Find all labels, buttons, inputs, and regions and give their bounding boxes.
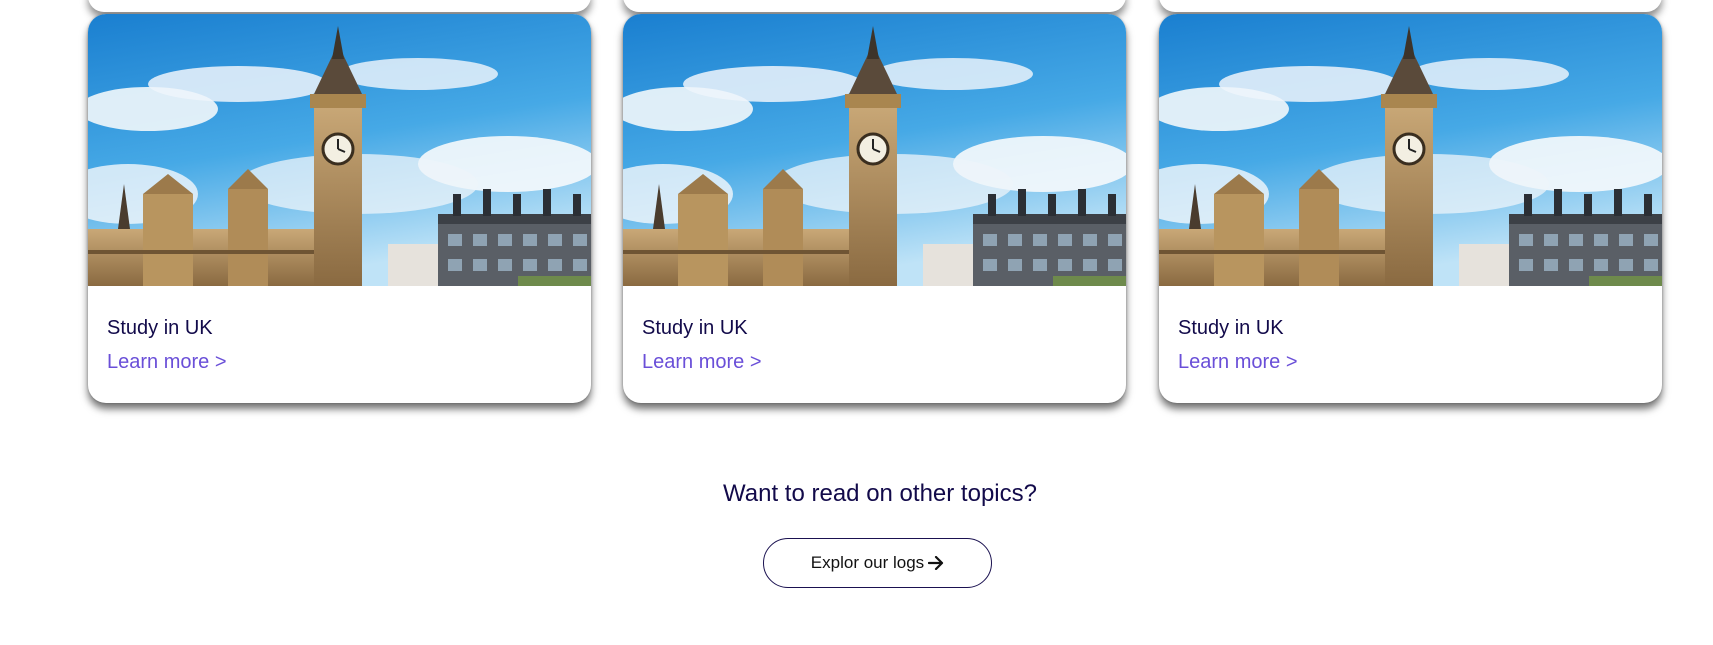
article-card[interactable]: Study in UK Learn more > [88, 14, 591, 403]
card-title: Study in UK [642, 317, 748, 339]
previous-card-edge [1159, 0, 1662, 12]
card-title: Study in UK [107, 317, 213, 339]
learn-more-link[interactable]: Learn more > [1178, 351, 1298, 374]
article-card[interactable]: Study in UK Learn more > [623, 14, 1126, 403]
article-card[interactable]: Study in UK Learn more > [1159, 14, 1662, 403]
learn-more-link[interactable]: Learn more > [642, 351, 762, 374]
previous-card-edge [88, 0, 591, 12]
learn-more-link[interactable]: Learn more > [107, 351, 227, 374]
explore-blogs-label: Explor our logs [810, 553, 925, 572]
explore-blogs-button[interactable]: Explor our logs [763, 538, 992, 588]
big-ben-image [1159, 14, 1662, 286]
card-title: Study in UK [1178, 317, 1284, 339]
previous-card-edge [623, 0, 1126, 12]
arrow-right-icon [928, 556, 944, 570]
big-ben-image [88, 14, 591, 286]
other-topics-heading: Want to read on other topics? [723, 480, 1037, 507]
big-ben-image [623, 14, 1126, 286]
